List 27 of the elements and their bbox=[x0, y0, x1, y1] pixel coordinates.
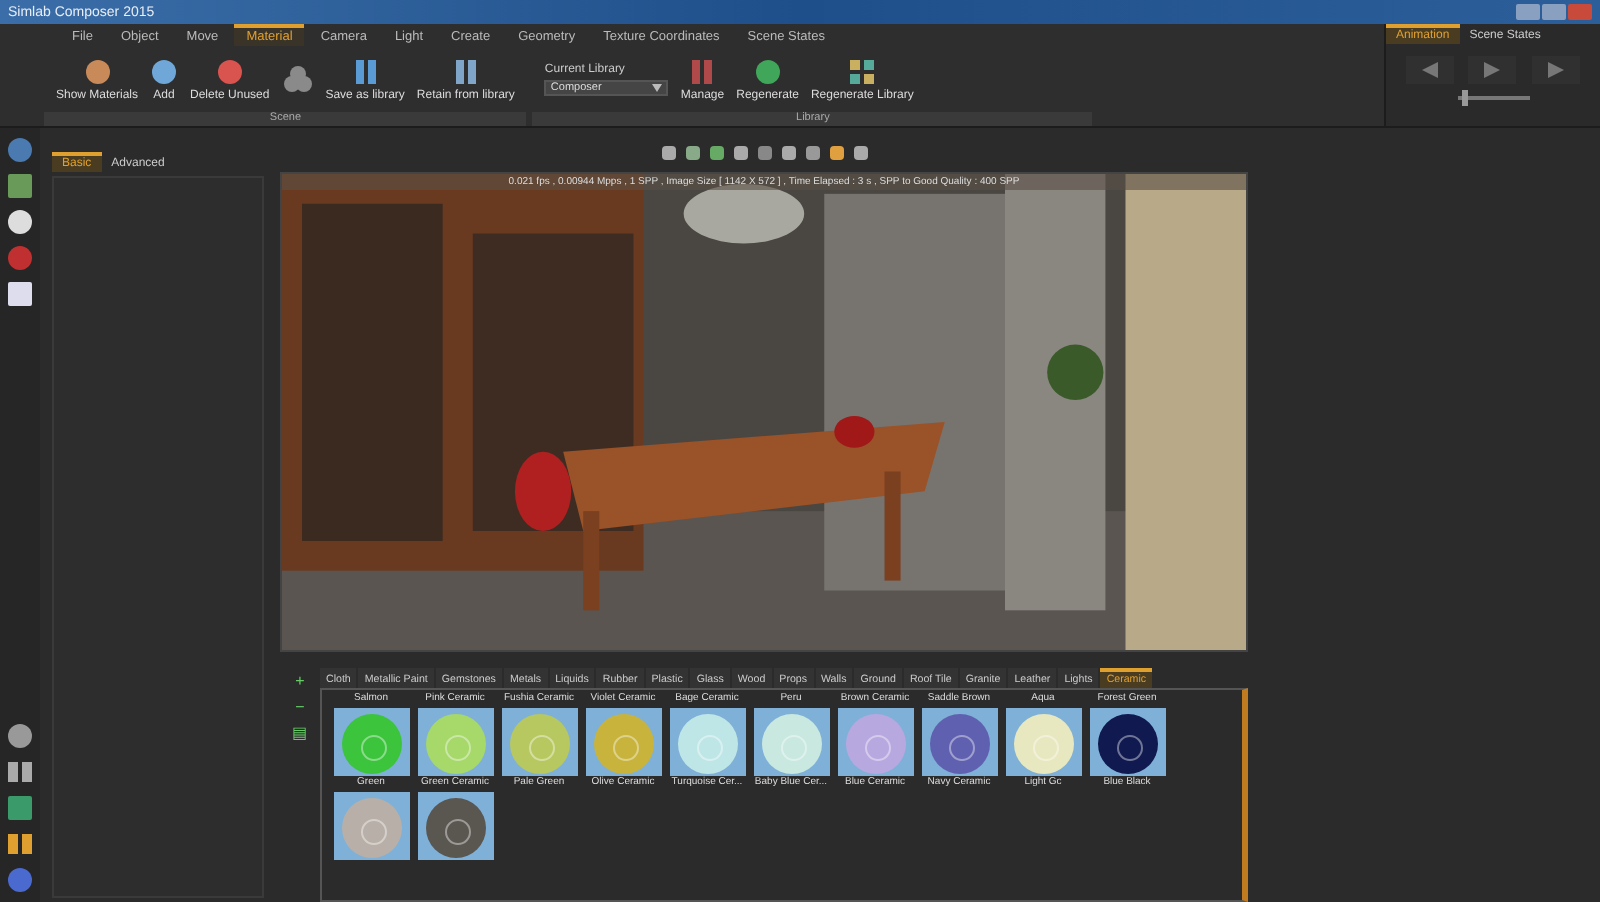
material-swatch[interactable] bbox=[753, 708, 829, 776]
panel-button[interactable]: + bbox=[295, 672, 305, 690]
previous-button[interactable] bbox=[1405, 56, 1454, 84]
material-swatch[interactable] bbox=[417, 792, 493, 860]
play-icon bbox=[1484, 62, 1501, 78]
sphere-icon[interactable] bbox=[150, 57, 179, 85]
play-button[interactable] bbox=[1468, 56, 1517, 84]
material-swatch[interactable] bbox=[837, 708, 913, 776]
material-swatch[interactable] bbox=[501, 708, 577, 776]
grid-icon[interactable] bbox=[848, 57, 877, 85]
material-swatch[interactable] bbox=[585, 708, 661, 776]
panel-button[interactable]: − bbox=[295, 698, 305, 716]
sphere-icon[interactable] bbox=[753, 57, 782, 85]
material-swatch[interactable] bbox=[669, 708, 745, 776]
material-swatch[interactable] bbox=[1089, 708, 1165, 776]
spheres-icon[interactable] bbox=[281, 63, 314, 95]
panel-button[interactable]: ▤ bbox=[292, 724, 308, 742]
next-icon bbox=[1548, 62, 1565, 78]
material-swatch[interactable] bbox=[333, 792, 409, 860]
material-swatch[interactable] bbox=[921, 708, 997, 776]
material-swatch[interactable] bbox=[1005, 708, 1081, 776]
next-button[interactable] bbox=[1532, 56, 1581, 84]
timeline-slider-thumb[interactable] bbox=[1462, 90, 1469, 106]
material-swatch[interactable] bbox=[417, 708, 493, 776]
previous-icon bbox=[1421, 62, 1438, 78]
material-swatch[interactable] bbox=[333, 708, 409, 776]
caret-icon bbox=[652, 83, 663, 91]
